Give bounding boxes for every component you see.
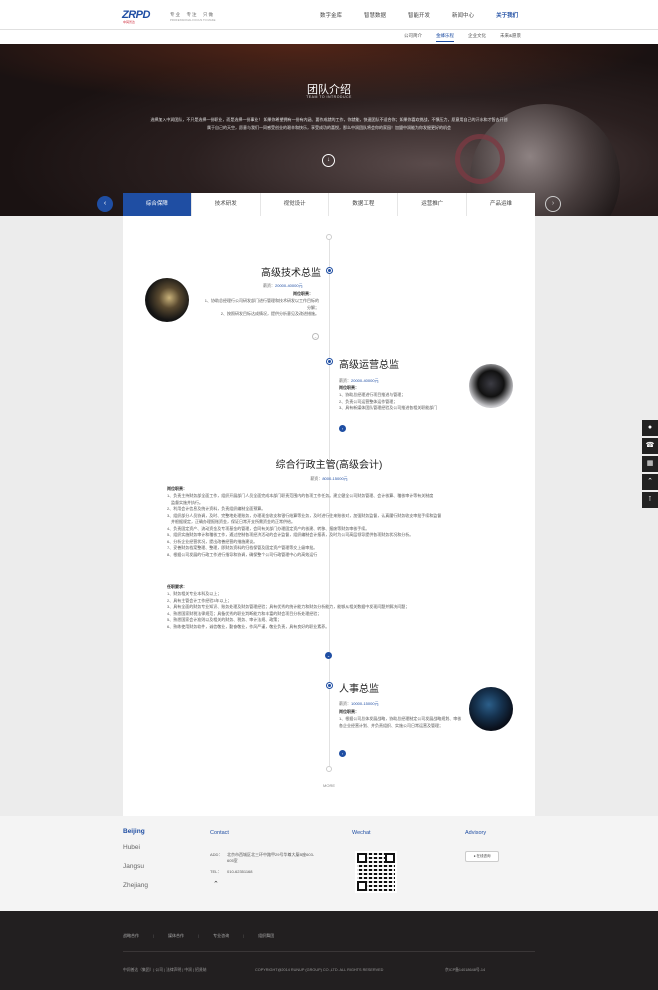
city-hubei[interactable]: Hubei <box>123 844 140 851</box>
online-consult-button[interactable]: ● 在线咨询 <box>465 851 499 862</box>
job-avatar <box>145 278 189 322</box>
tel-label: TEL： <box>210 869 222 874</box>
logo-subtext: 中润普达 <box>123 20 136 24</box>
chevron-up-icon[interactable]: ⌃ <box>213 880 219 888</box>
subnav-item-profile[interactable]: 公司简介 <box>404 33 422 42</box>
banner-intro-text: 选择加入中润团队，不只是选择一份职业，而是选择一份事业！ 如果你希望拥有一份有内… <box>150 117 508 130</box>
contact-heading: Contact <box>210 830 229 836</box>
job-duty-heading: 岗位职责： <box>339 385 359 390</box>
slogan-en: PROFESSIONAL FOCUS TO MAKE <box>170 18 216 22</box>
job-salary: 薪资：20000-40000元 <box>263 283 303 288</box>
scroll-down-icon[interactable]: ↓ <box>322 154 335 167</box>
advisory-heading: Advisory <box>465 830 487 836</box>
job-duty-heading: 岗位职责： <box>167 486 187 491</box>
team-banner: 团队介绍 TEAM TO INTRODUCE 选择加入中润团队，不只是选择一份职… <box>0 44 658 216</box>
timeline-dot <box>327 359 332 364</box>
tab-prev-arrow-icon[interactable]: ‹ <box>97 196 113 212</box>
banner-subtitle: TEAM TO INTRODUCE <box>306 95 352 99</box>
job-title: 高级运营总监 <box>339 360 399 371</box>
address-text: 北京市西城区北三环中路甲29号华尊大厦B座603-605室 <box>227 852 315 863</box>
nav-item-smart-data[interactable]: 智慧数据 <box>364 11 386 19</box>
chevron-up-icon[interactable]: ⌃ <box>642 474 658 490</box>
qrcode-icon[interactable]: ▦ <box>642 456 658 472</box>
tab-general-support[interactable]: 综合保障 <box>123 193 192 216</box>
headset-icon[interactable]: ☎ <box>642 438 658 454</box>
job-duty-list: 1、根据公司总体发展战略，协助总经理制定公司发展战略规划、审核各企业经营计划、并… <box>339 716 462 728</box>
timeline-dot <box>327 268 332 273</box>
job-salary: 薪资：10000-15000元 <box>339 701 379 706</box>
job-avatar <box>469 687 513 731</box>
tab-data-engineering[interactable]: 数据工程 <box>329 193 399 216</box>
tab-next-arrow-icon[interactable]: › <box>545 196 561 212</box>
expand-icon[interactable]: › <box>339 750 346 757</box>
bottom-link-media[interactable]: 媒体合作 <box>168 933 184 939</box>
job-requirement-heading: 任职要求： <box>167 584 187 589</box>
job-timeline-panel: 高级技术总监 薪资：20000-40000元 岗位职责： 1、协助总经理行公司研… <box>123 216 535 816</box>
nav-item-dev[interactable]: 智能开发 <box>408 11 430 19</box>
footer-contact <box>0 816 658 911</box>
bottom-divider <box>123 951 535 952</box>
banner-ring-image <box>455 134 505 184</box>
bottom-link-org[interactable]: 组织舞团 <box>258 933 274 939</box>
wechat-heading: Wechat <box>352 830 371 836</box>
bottom-link-strategic[interactable]: 战略合作 <box>123 933 139 939</box>
job-duty-heading: 岗位职责： <box>339 709 359 714</box>
city-zhejiang[interactable]: Zhejiang <box>123 882 148 889</box>
address-label: ADD： <box>210 852 223 857</box>
footer-company-links[interactable]: 中润普达（集团）| 公司 | 法律声明 | 中润 | 招贤纳 <box>123 968 206 973</box>
subnav-item-team[interactable]: 金蜂乐程 <box>436 33 454 42</box>
tab-visual-design[interactable]: 视觉设计 <box>261 193 330 216</box>
tab-operations[interactable]: 运营推广 <box>398 193 468 216</box>
expand-icon[interactable]: ⌄ <box>312 333 319 340</box>
expand-icon[interactable]: › <box>339 425 346 432</box>
bottom-link-consult[interactable]: 专业咨询 <box>213 933 229 939</box>
subnav-item-culture[interactable]: 企业文化 <box>468 33 486 42</box>
timeline-dot <box>327 683 332 688</box>
department-tabs: 综合保障 技术研发 视觉设计 数据工程 运营推广 产品运维 <box>123 193 535 216</box>
job-title: 综合行政主管(高级会计) <box>275 460 383 471</box>
sub-nav: 公司简介 金蜂乐程 企业文化 未来&愿景 <box>0 30 658 74</box>
job-salary: 薪资：8000-15000元 <box>310 476 348 481</box>
bottom-links: 战略合作 | 媒体合作 | 专业咨询 | 组织舞团 <box>123 933 275 939</box>
icp-number: 京ICP备14018648号-14 <box>445 968 486 972</box>
timeline-start-dot <box>326 234 332 240</box>
tel-number: 010-62351168 <box>227 869 253 874</box>
floating-toolbar: ● ☎ ▦ ⌃ ⊺ <box>642 420 658 510</box>
wechat-qrcode-image <box>355 851 397 893</box>
nav-item-about[interactable]: 关于我们 <box>496 11 518 19</box>
main-nav: 数字金库 智慧数据 智能开发 新闻中心 关于我们 <box>320 11 540 19</box>
tab-tech-rd[interactable]: 技术研发 <box>192 193 261 216</box>
company-logo[interactable]: ZRPD 中润普达 <box>122 9 162 24</box>
more-link[interactable]: MORE <box>123 783 535 788</box>
job-title: 高级技术总监 <box>261 268 321 279</box>
job-duty-list: 1、负责主持财务部全面工作，组织开展部门人员全面完成本部门职责范围内的各项工作任… <box>167 493 442 557</box>
job-requirement-list: 1、财务相关专业本科及以上； 2、具有主管会计工作经验3年以上； 3、具有全面的… <box>167 591 410 629</box>
site-header: ZRPD 中润普达 专业 专注 只做 PROFESSIONAL FOCUS TO… <box>0 0 658 30</box>
collapse-icon[interactable]: ⌄ <box>325 652 332 659</box>
city-jiangsu[interactable]: Jangsu <box>123 863 144 870</box>
city-beijing[interactable]: Beijing <box>123 828 145 835</box>
job-salary: 薪资：20000-40000元 <box>339 378 379 383</box>
job-avatar <box>469 364 513 408</box>
timeline-end-dot <box>326 766 332 772</box>
subnav-item-vision[interactable]: 未来&愿景 <box>500 33 521 42</box>
job-duty-list: 1、协助总经理进行项目推进与管理； 2、负责公司运营整体运作管理； 3、具有新媒… <box>339 392 438 410</box>
tab-product-ops[interactable]: 产品运维 <box>467 193 535 216</box>
nav-item-digital-vault[interactable]: 数字金库 <box>320 11 342 19</box>
nav-item-news[interactable]: 新闻中心 <box>452 11 474 19</box>
share-icon[interactable]: ⊺ <box>642 492 658 508</box>
job-title: 人事总监 <box>339 684 379 695</box>
copyright-text: COPYRIGHT@2014 RUNUP (GROUP) CO.,LTD. AL… <box>255 968 384 972</box>
job-duty-list: 1、协助总经理行公司研发部门进行管理和技术研发以工作目标的分解； 2、按照研发目… <box>204 298 319 316</box>
job-duty-heading: 岗位职责： <box>293 291 313 296</box>
lock-icon[interactable]: ● <box>642 420 658 436</box>
bottom-bar: 战略合作 | 媒体合作 | 专业咨询 | 组织舞团 中润普达（集团）| 公司 | 法律… <box>0 911 658 990</box>
